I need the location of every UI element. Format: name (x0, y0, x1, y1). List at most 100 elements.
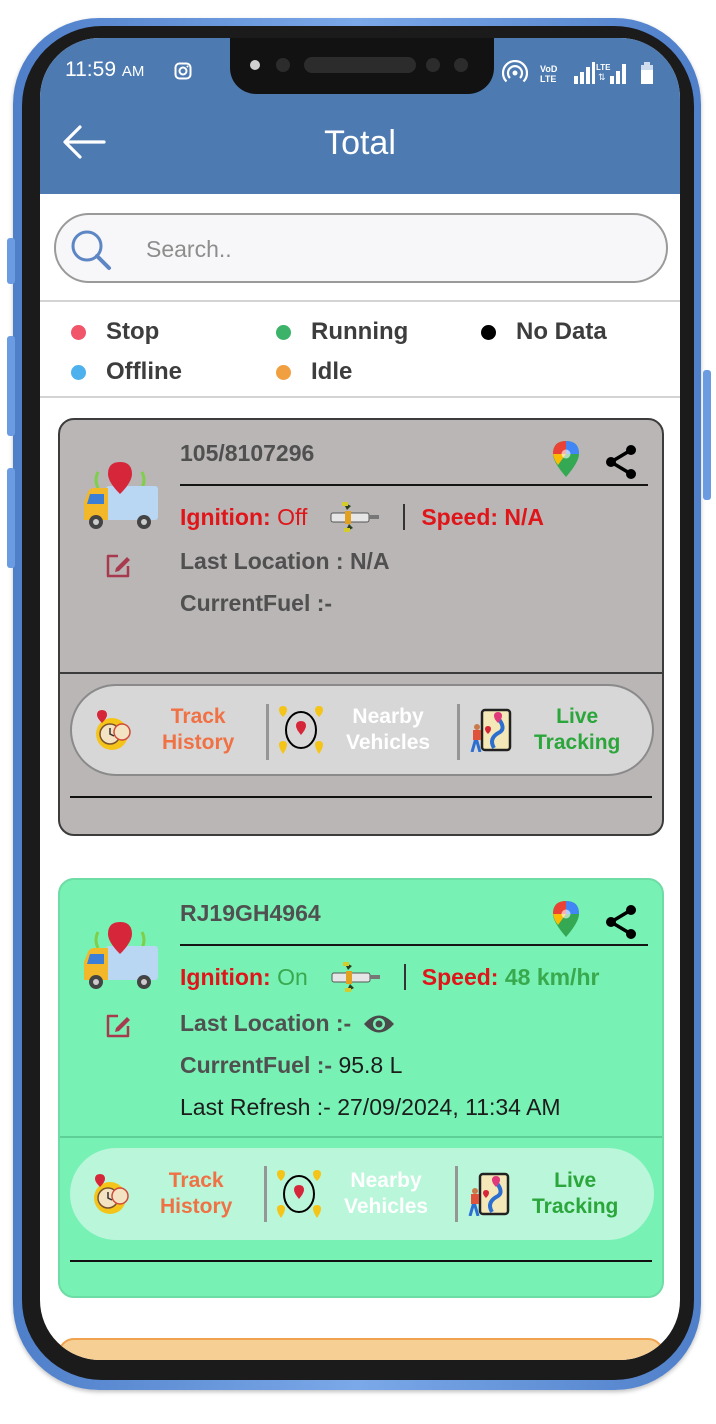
track-history-button[interactable]: Track History (90, 1148, 260, 1240)
separator (264, 1166, 267, 1222)
svg-text:LTE: LTE (540, 74, 556, 83)
last-refresh: Last Refresh :- 27/09/2024, 11:34 AM (180, 1094, 561, 1120)
stopwatch-icon (94, 1174, 129, 1214)
divider (40, 396, 680, 398)
clock-ampm: AM (121, 63, 145, 80)
eye-icon[interactable] (363, 1013, 395, 1035)
label-line: Track (170, 705, 226, 728)
share-icon[interactable] (604, 904, 638, 940)
label-line: Live (556, 705, 599, 728)
clock: 11:59 (65, 58, 116, 81)
legend-label: Stop (106, 318, 160, 345)
separator (403, 504, 406, 530)
live-tracking-label: Live Tracking (534, 704, 620, 756)
vehicle-plate: RJ19GH4964 (180, 900, 321, 926)
separator (266, 704, 269, 760)
speed-label: Speed: (421, 503, 499, 530)
label-line: History (162, 731, 235, 754)
action-bar: Track History Nearby Vehicles Live Track… (70, 1148, 654, 1240)
header-underline (180, 944, 648, 946)
live-tracking-icon (470, 708, 512, 752)
svg-text:⇅: ⇅ (598, 72, 606, 82)
last-location-label: Last Location :- (180, 1010, 352, 1036)
header-underline (180, 484, 648, 486)
status-dot-red (71, 324, 86, 340)
status-dot-blue (71, 364, 86, 380)
label-line: Vehicles (346, 731, 431, 754)
page-title: Total (324, 124, 396, 162)
card-divider (60, 672, 662, 674)
ignition-speed-row: Ignition: Off Speed: N/A (180, 500, 544, 534)
track-history-label: Track History (160, 1168, 232, 1220)
svg-text:VoD: VoD (540, 64, 558, 74)
truck-location-icon (84, 922, 158, 989)
volume-up-button (7, 336, 15, 436)
label-line: Tracking (534, 731, 621, 754)
separator (403, 964, 406, 990)
instagram-icon (174, 62, 192, 80)
legend-running: Running (276, 318, 408, 346)
divider (40, 300, 680, 302)
screen: 11:59 AM VoD LTE LTE ⇅ Total Search.. St… (40, 38, 680, 1360)
separator (457, 704, 460, 760)
legend-idle: Idle (276, 358, 352, 386)
edit-icon[interactable] (104, 552, 132, 580)
nearby-pin-icon (279, 706, 323, 754)
vehicle-card[interactable]: RJ19GH4964 Ignition: On Speed: 48 km/hr … (58, 878, 664, 1298)
nearby-pin-icon (277, 1170, 321, 1218)
status-icons: VoD LTE LTE ⇅ (502, 60, 654, 86)
status-time: 11:59 AM (65, 58, 144, 82)
live-tracking-label: Live Tracking (532, 1168, 618, 1220)
current-fuel-row: CurrentFuel :- 95.8 L (180, 1052, 402, 1079)
legend-label: Idle (311, 358, 353, 385)
search-box[interactable] (54, 213, 668, 283)
label-line: History (160, 1195, 233, 1218)
camera-lens (276, 58, 290, 72)
vehicle-card[interactable] (58, 1338, 664, 1360)
card-bottom-line (70, 796, 652, 798)
volte-icon: VoD LTE (540, 64, 558, 83)
nearby-vehicles-button[interactable]: Nearby Vehicles (278, 686, 454, 774)
current-fuel-label: CurrentFuel :- (180, 590, 333, 616)
ignition-value: Off (277, 503, 308, 530)
speed-value: 48 km/hr (504, 963, 600, 990)
search-input[interactable] (146, 229, 626, 269)
label-line: Track (168, 1169, 224, 1192)
ignition-label: Ignition: (180, 503, 271, 530)
legend-label: Running (311, 318, 409, 345)
label-line: Tracking (532, 1195, 619, 1218)
google-maps-icon[interactable] (552, 440, 580, 478)
ignition-speed-row: Ignition: On Speed: 48 km/hr (180, 960, 599, 994)
volume-down-button (7, 468, 15, 568)
label-line: Live (554, 1169, 597, 1192)
separator (455, 1166, 458, 1222)
ignition-key-icon (331, 962, 380, 992)
nearby-vehicles-label: Nearby Vehicles (346, 704, 430, 756)
edit-icon[interactable] (104, 1012, 132, 1040)
camera-lens (426, 58, 440, 72)
camera-lens (454, 58, 468, 72)
svg-text:LTE: LTE (596, 63, 611, 72)
legend-label: No Data (516, 318, 607, 345)
nearby-vehicles-button[interactable]: Nearby Vehicles (276, 1148, 452, 1240)
live-tracking-button[interactable]: Live Tracking (468, 686, 648, 774)
power-button (703, 370, 711, 500)
ignition-key-icon (330, 502, 380, 532)
vehicle-card[interactable]: 105/8107296 Ignition: Off Speed: N/A Las… (58, 418, 664, 836)
signal-icon: LTE ⇅ (574, 62, 626, 84)
status-dot-black (481, 324, 496, 340)
side-button (7, 238, 15, 284)
live-tracking-icon (468, 1172, 510, 1216)
live-tracking-button[interactable]: Live Tracking (466, 1148, 646, 1240)
camera-notch (230, 38, 494, 94)
label-line: Vehicles (344, 1195, 429, 1218)
google-maps-icon[interactable] (552, 900, 580, 938)
current-fuel-value: 95.8 L (338, 1052, 403, 1078)
legend-stop: Stop (71, 318, 159, 346)
truck-location-icon (84, 462, 158, 529)
card-bottom-line (70, 1260, 652, 1262)
card-divider (60, 1136, 662, 1138)
label-line: Nearby (352, 705, 424, 728)
share-icon[interactable] (604, 444, 638, 480)
track-history-button[interactable]: Track History (92, 686, 262, 774)
